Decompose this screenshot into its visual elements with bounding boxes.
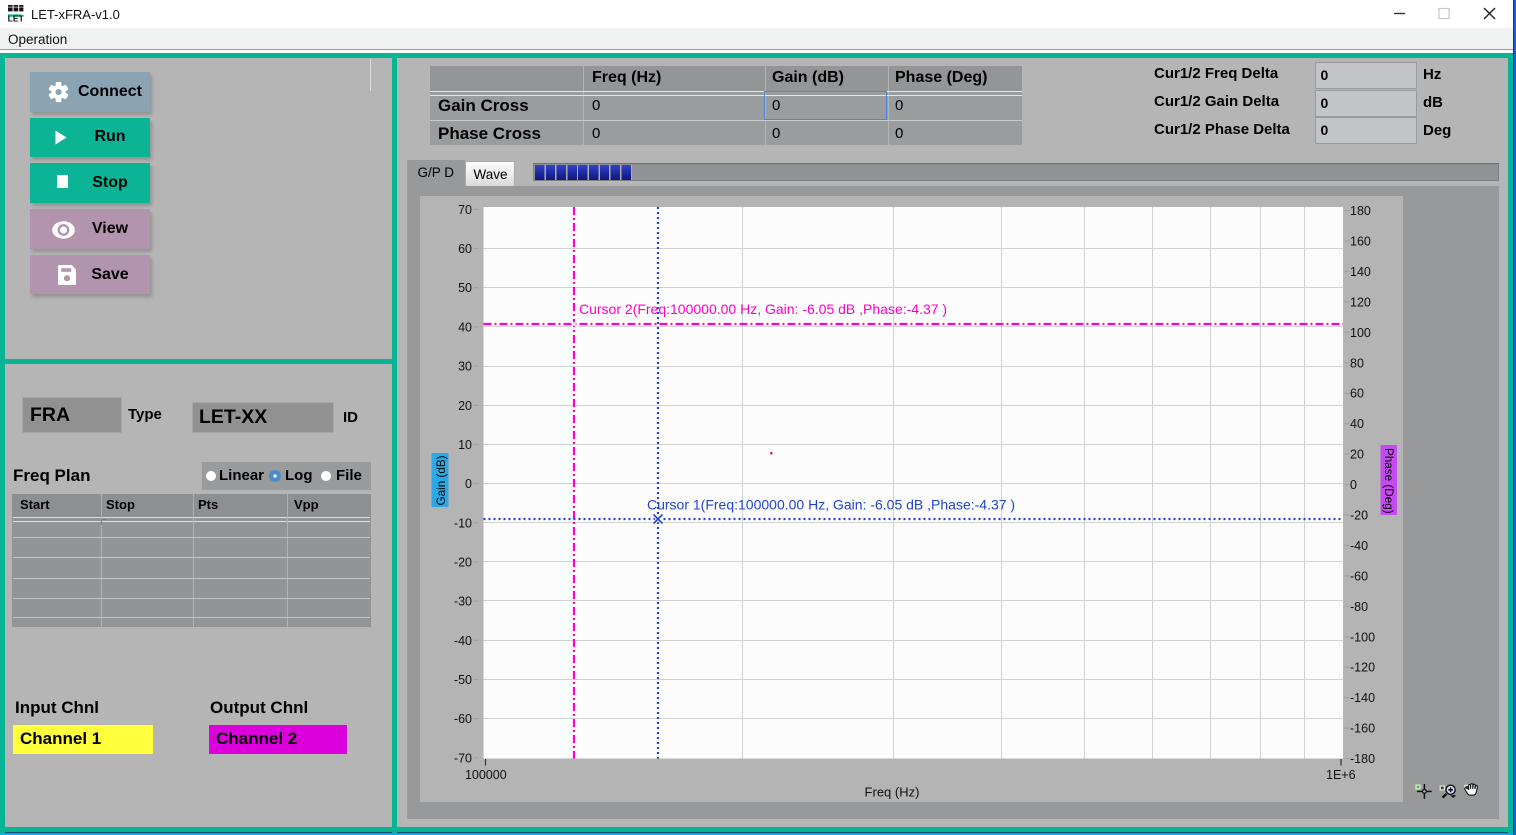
svg-text:-10: -10 xyxy=(454,516,472,530)
svg-text:80: 80 xyxy=(1350,356,1364,370)
svg-text:-20: -20 xyxy=(1350,509,1368,523)
svg-text:Phase (Deg): Phase (Deg) xyxy=(1382,448,1395,514)
svg-text:20: 20 xyxy=(1350,448,1364,462)
svg-text:0: 0 xyxy=(1350,478,1357,492)
svg-text:-30: -30 xyxy=(454,595,472,609)
svg-text:Gain (dB): Gain (dB) xyxy=(435,455,448,505)
svg-text:100: 100 xyxy=(1350,326,1371,340)
svg-text:-60: -60 xyxy=(454,712,472,726)
svg-text:50: 50 xyxy=(458,281,472,295)
svg-text:100000: 100000 xyxy=(465,768,507,782)
svg-text:1E+6: 1E+6 xyxy=(1326,768,1356,782)
svg-text:0: 0 xyxy=(465,477,472,491)
svg-text:-120: -120 xyxy=(1350,661,1375,675)
svg-text:70: 70 xyxy=(458,203,472,217)
svg-text:180: 180 xyxy=(1350,204,1371,218)
svg-text:LET: LET xyxy=(8,14,25,23)
svg-text:-100: -100 xyxy=(1350,630,1375,644)
svg-text:-160: -160 xyxy=(1350,722,1375,736)
svg-text:40: 40 xyxy=(1350,417,1364,431)
svg-text:Cursor 2(Freq:100000.00 Hz, Ga: Cursor 2(Freq:100000.00 Hz, Gain: -6.05 … xyxy=(579,301,947,317)
svg-text:-40: -40 xyxy=(1350,539,1368,553)
svg-text:160: 160 xyxy=(1350,235,1371,249)
svg-text:20: 20 xyxy=(458,399,472,413)
svg-text:-20: -20 xyxy=(454,555,472,569)
svg-text:-70: -70 xyxy=(454,751,472,765)
svg-text:60: 60 xyxy=(458,242,472,256)
svg-text:-180: -180 xyxy=(1350,752,1375,766)
svg-text:Cursor 1(Freq:100000.00 Hz, Ga: Cursor 1(Freq:100000.00 Hz, Gain: -6.05 … xyxy=(647,497,1015,513)
svg-text:-40: -40 xyxy=(454,634,472,648)
svg-text:-60: -60 xyxy=(1350,569,1368,583)
svg-text:-50: -50 xyxy=(454,673,472,687)
svg-text:30: 30 xyxy=(458,360,472,374)
svg-text:10: 10 xyxy=(458,438,472,452)
svg-text:140: 140 xyxy=(1350,265,1371,279)
svg-text:-140: -140 xyxy=(1350,691,1375,705)
svg-text:-80: -80 xyxy=(1350,600,1368,614)
svg-text:40: 40 xyxy=(458,320,472,334)
svg-text:Freq (Hz): Freq (Hz) xyxy=(865,785,920,800)
svg-text:120: 120 xyxy=(1350,295,1371,309)
svg-text:60: 60 xyxy=(1350,387,1364,401)
